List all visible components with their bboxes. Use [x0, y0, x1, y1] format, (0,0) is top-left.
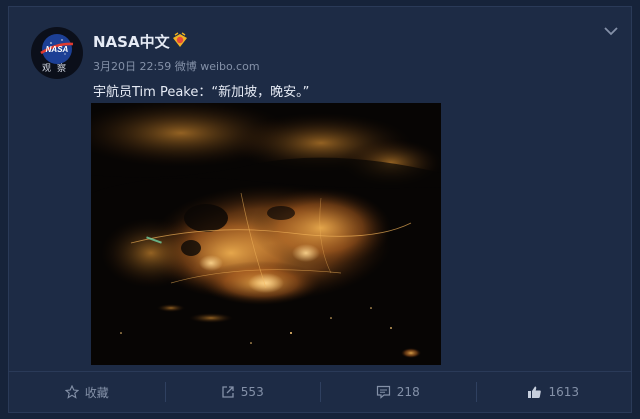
post-timestamp[interactable]: 3月20日 22:59: [93, 60, 171, 73]
star-icon: [64, 385, 79, 399]
favorite-button[interactable]: 收藏: [9, 372, 165, 412]
favorite-label: 收藏: [84, 385, 109, 400]
repost-count: 553: [240, 385, 264, 399]
like-count: 1613: [548, 385, 580, 399]
post-text: 宇航员Tim Peake：“新加坡，晚安。”: [93, 85, 310, 100]
post-meta: 3月20日 22:59 微博 weibo.com: [93, 58, 260, 74]
avatar[interactable]: NASA 观察: [31, 27, 83, 79]
share-icon: [222, 386, 234, 398]
weibo-post-card: NASA 观察 NASA中文 3月20日 22:59 微博 weibo.com …: [8, 6, 632, 413]
avatar-caption: 观察: [41, 64, 72, 74]
thumbs-up-icon: [528, 386, 542, 398]
chevron-down-icon[interactable]: [603, 25, 619, 37]
verified-badge-icon: [173, 32, 187, 47]
singapore-night-photo: [91, 103, 441, 365]
comment-icon: [376, 385, 390, 399]
post-photo[interactable]: [91, 103, 441, 365]
post-source: 微博 weibo.com: [174, 60, 260, 73]
comment-count: 218: [396, 385, 420, 399]
repost-button[interactable]: 553: [164, 372, 321, 412]
like-button[interactable]: 1613: [475, 372, 632, 412]
author-name[interactable]: NASA中文: [93, 31, 170, 52]
action-bar: 收藏 553 218 1613: [9, 371, 631, 412]
svg-text:NASA: NASA: [46, 45, 69, 54]
comment-button[interactable]: 218: [320, 372, 476, 412]
